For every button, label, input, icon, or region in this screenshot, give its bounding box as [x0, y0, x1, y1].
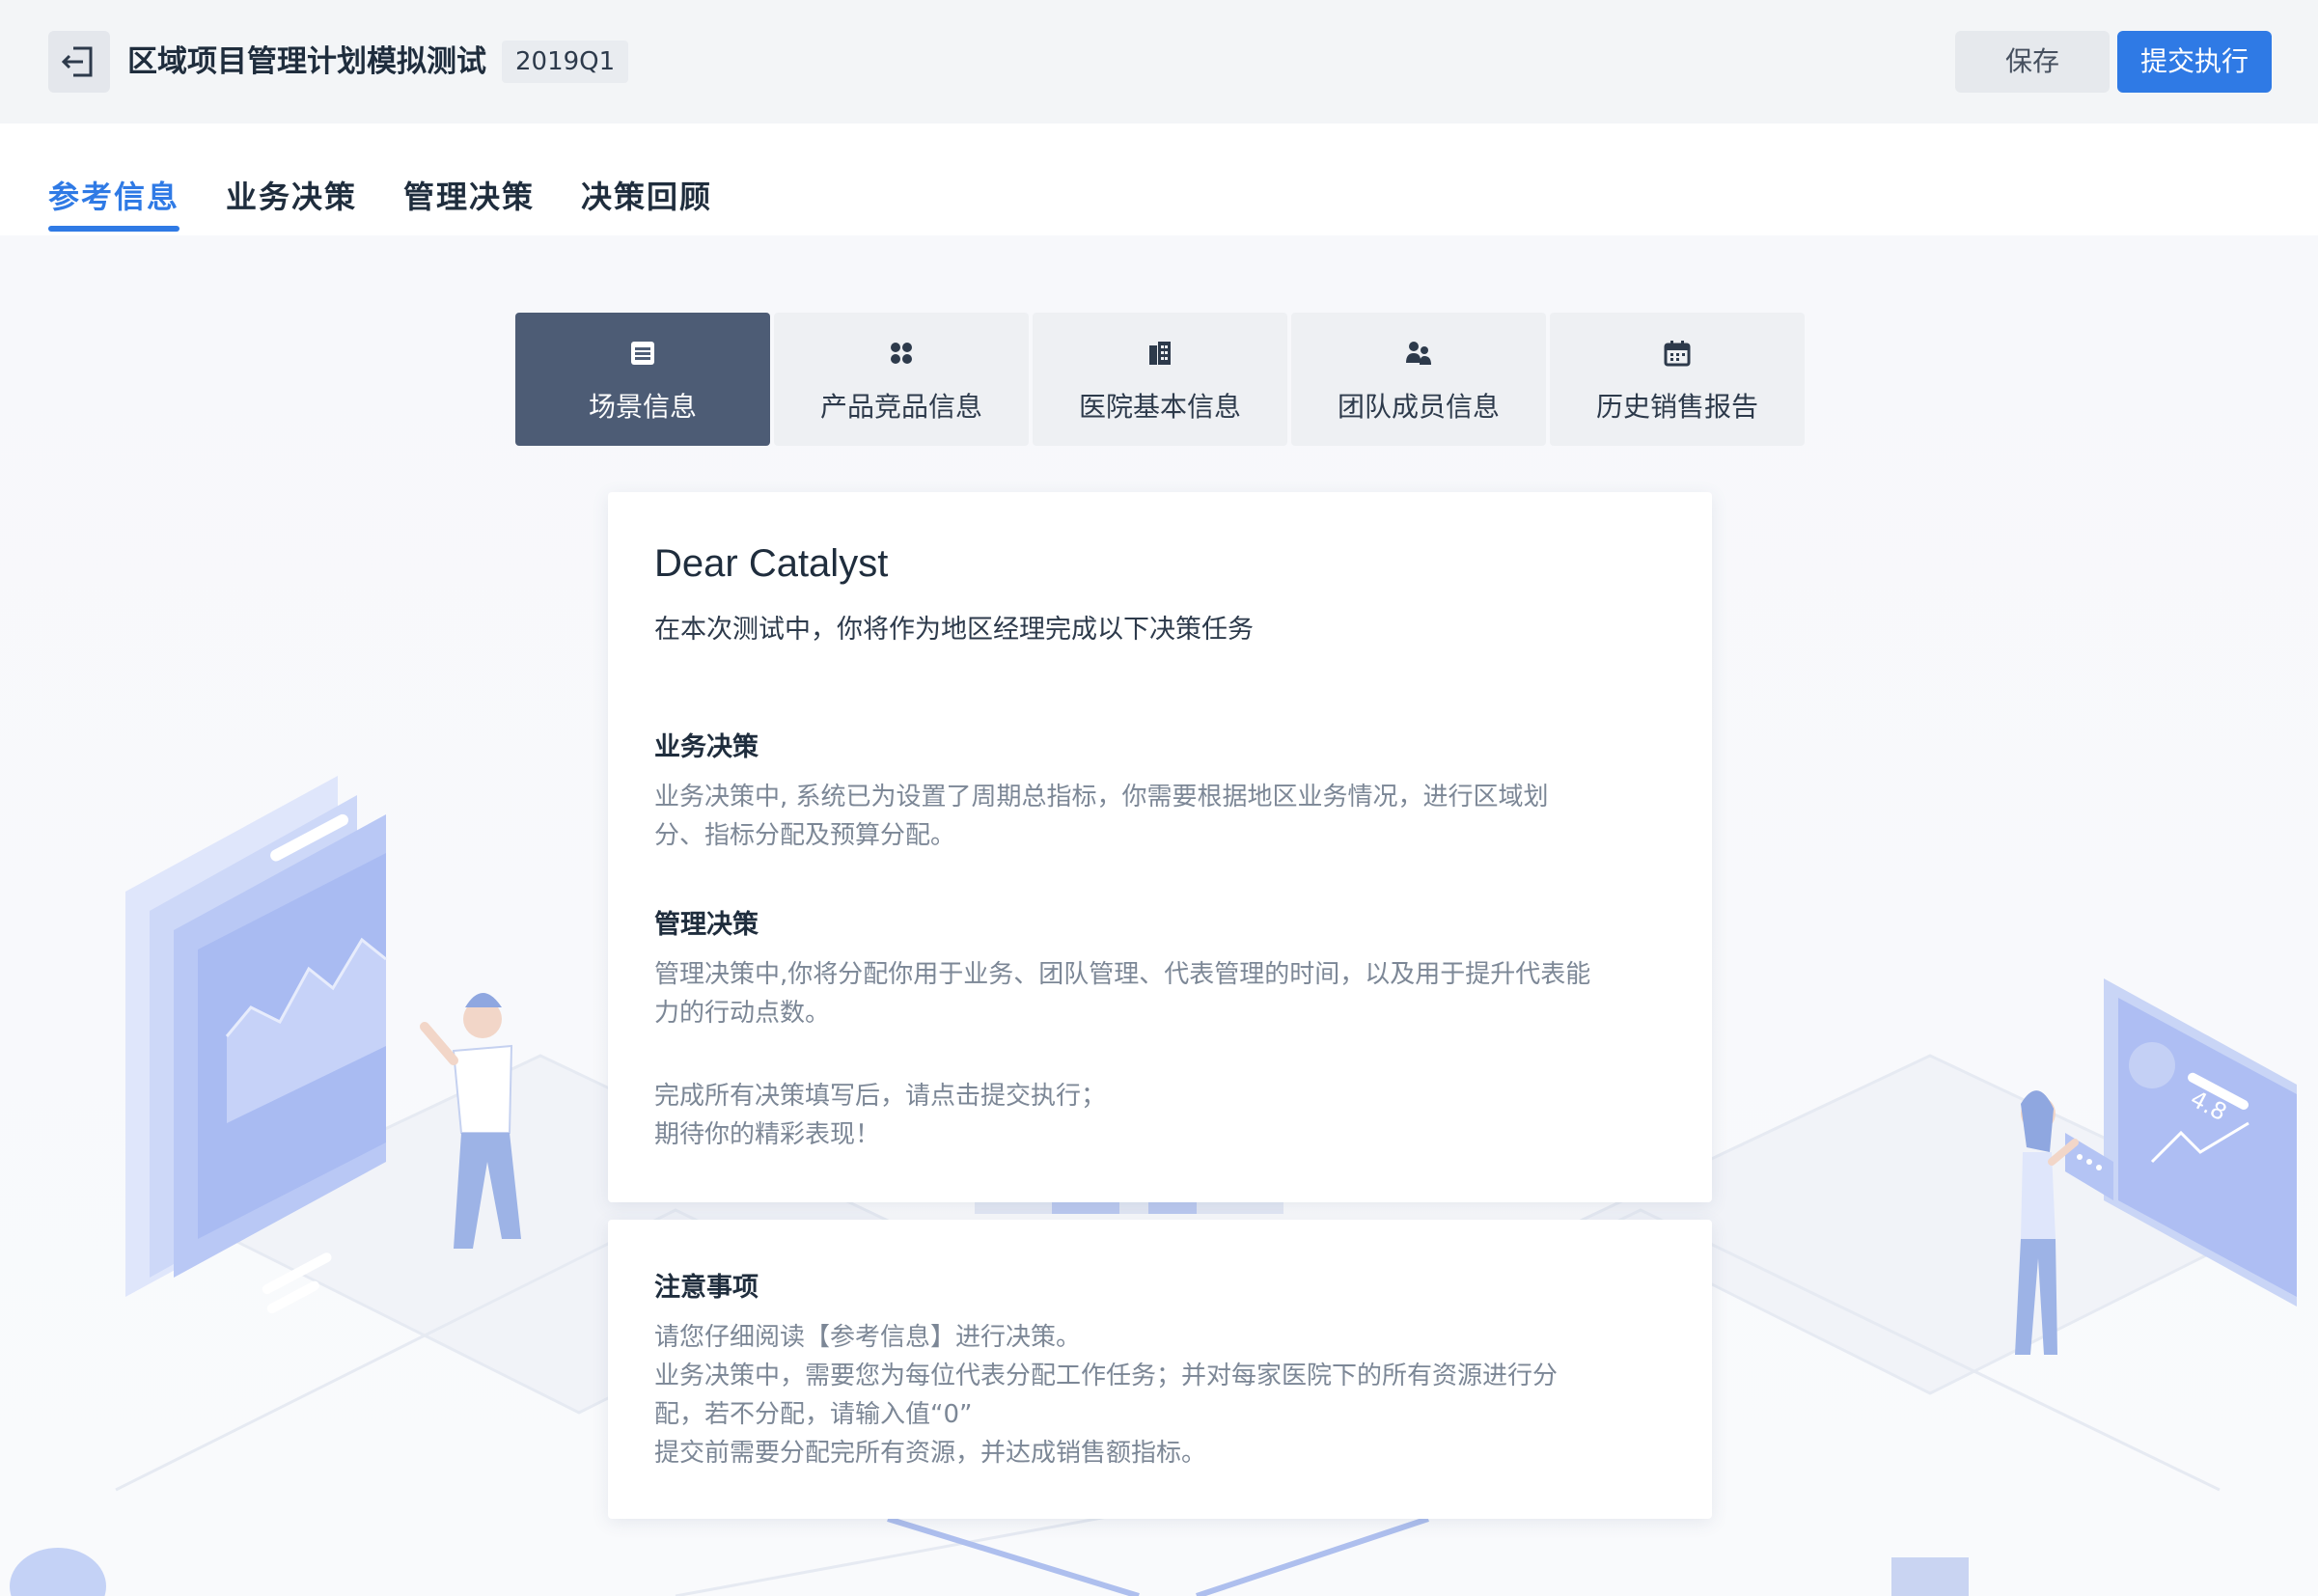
text-line: 配，若不分配，请输入值“0”	[654, 1400, 973, 1429]
management-decision-text: 管理决策中,你将分配你用于业务、团队管理、代表管理的时间，以及用于提升代表能 力…	[654, 955, 1668, 1032]
save-button[interactable]: 保存	[1955, 31, 2110, 93]
text-line: 期待你的精彩表现！	[654, 1120, 881, 1149]
subtab-sales-history-report[interactable]: 历史销售报告	[1550, 313, 1805, 446]
tab-decision-review[interactable]: 决策回顾	[581, 170, 712, 224]
active-tab-indicator	[48, 226, 179, 232]
subtab-label: 医院基本信息	[1078, 391, 1241, 423]
notice-text: 请您仔细阅读【参考信息】进行决策。 业务决策中，需要您为每位代表分配工作任务；并…	[654, 1318, 1668, 1472]
text-line: 提交前需要分配完所有资源，并达成销售额指标。	[654, 1439, 1207, 1468]
grid-icon	[891, 343, 912, 364]
scenario-intro-card: Dear Catalyst 在本次测试中，你将作为地区经理完成以下决策任务 业务…	[608, 492, 1712, 1202]
subtab-label: 团队成员信息	[1337, 391, 1500, 423]
notice-card: 注意事项 请您仔细阅读【参考信息】进行决策。 业务决策中，需要您为每位代表分配工…	[608, 1220, 1712, 1519]
building-icon	[1149, 342, 1171, 365]
tab-management-decision[interactable]: 管理决策	[403, 170, 535, 224]
text-line: 业务决策中, 系统已为设置了周期总指标，你需要根据地区业务情况，进行区域划	[654, 783, 1549, 812]
page-title: 区域项目管理计划模拟测试	[127, 44, 486, 79]
text-line: 完成所有决策填写后，请点击提交执行；	[654, 1082, 1107, 1111]
text-line: 力的行动点数。	[654, 999, 831, 1028]
exit-icon	[61, 46, 93, 77]
subtab-hospital-info[interactable]: 医院基本信息	[1033, 313, 1287, 446]
main-tabs: 参考信息 业务决策 管理决策 决策回顾	[48, 124, 2318, 235]
text-line: 请您仔细阅读【参考信息】进行决策。	[654, 1323, 1082, 1352]
exit-button[interactable]	[48, 31, 110, 93]
subtab-scenario-info[interactable]: 场景信息	[515, 313, 770, 446]
subtab-label: 产品竞品信息	[819, 391, 982, 423]
text-line: 业务决策中，需要您为每位代表分配工作任务；并对每家医院下的所有资源进行分	[654, 1362, 1559, 1390]
notice-heading: 注意事项	[654, 1273, 759, 1303]
version-badge: 2019Q1	[502, 41, 629, 83]
subtab-label: 历史销售报告	[1595, 391, 1758, 423]
top-bar: 区域项目管理计划模拟测试 2019Q1 保存 提交执行	[0, 0, 2318, 124]
business-decision-text: 业务决策中, 系统已为设置了周期总指标，你需要根据地区业务情况，进行区域划 分、…	[654, 778, 1668, 855]
tab-business-decision[interactable]: 业务决策	[226, 170, 357, 224]
text-line: 管理决策中,你将分配你用于业务、团队管理、代表管理的时间，以及用于提升代表能	[654, 960, 1591, 989]
calendar-icon	[1664, 341, 1691, 367]
text-line: 分、指标分配及预算分配。	[654, 821, 956, 850]
team-icon	[1406, 342, 1431, 365]
reference-subnav: 场景信息 产品竞品信息 医院基本信息 团队成员信息 历史销售报告	[515, 313, 1805, 446]
submit-button[interactable]: 提交执行	[2117, 31, 2272, 93]
subtab-team-member-info[interactable]: 团队成员信息	[1291, 313, 1546, 446]
tab-reference-info[interactable]: 参考信息	[48, 170, 179, 224]
list-icon	[631, 342, 654, 365]
subtab-label: 场景信息	[588, 391, 697, 423]
greeting-heading: Dear Catalyst	[654, 542, 889, 585]
subtab-product-competitor-info[interactable]: 产品竞品信息	[774, 313, 1029, 446]
closing-text: 完成所有决策填写后，请点击提交执行； 期待你的精彩表现！	[654, 1077, 1668, 1154]
management-decision-heading: 管理决策	[654, 910, 759, 940]
business-decision-heading: 业务决策	[654, 732, 759, 762]
intro-text: 在本次测试中，你将作为地区经理完成以下决策任务	[654, 615, 1254, 645]
